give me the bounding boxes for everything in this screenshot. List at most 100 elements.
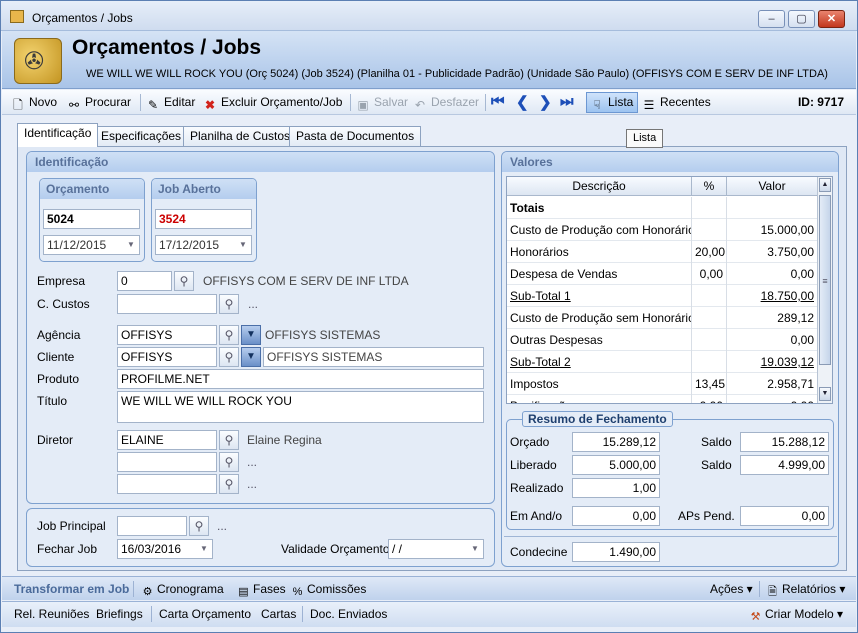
em-ando-field[interactable]: 0,00: [572, 506, 660, 526]
rel-reunioes-link[interactable]: Rel. Reuniões: [14, 606, 89, 622]
table-row[interactable]: Honorários 20,00 3.750,00: [507, 241, 818, 263]
undo-icon: ↶: [414, 98, 426, 112]
close-button[interactable]: ✕: [818, 10, 845, 28]
chevron-down-icon[interactable]: ▼: [236, 237, 250, 253]
chevron-down-icon[interactable]: ▼: [468, 541, 482, 557]
table-row[interactable]: Sub-Total 1 18.750,00: [507, 285, 818, 307]
first-record-icon[interactable]: ⏮: [491, 93, 505, 110]
comissoes-button[interactable]: % Comissões: [291, 581, 367, 599]
liberado-field[interactable]: 5.000,00: [572, 455, 660, 475]
criar-modelo-menu[interactable]: ⚒ Criar Modelo ▾: [749, 606, 843, 624]
diretor-2-field[interactable]: [117, 452, 217, 472]
ccustos-field[interactable]: [117, 294, 217, 314]
acoes-menu[interactable]: Ações ▾: [710, 581, 753, 597]
scroll-down-icon[interactable]: ▼: [819, 387, 831, 401]
table-row[interactable]: Outras Despesas 0,00: [507, 329, 818, 351]
grid-scrollbar[interactable]: ▲ ≡ ▼: [817, 177, 832, 403]
minimize-button[interactable]: –: [758, 10, 785, 28]
carta-orcamento-link[interactable]: Carta Orçamento: [159, 606, 251, 622]
diretor-3-field[interactable]: [117, 474, 217, 494]
editar-button[interactable]: ✎ Editar: [146, 94, 195, 112]
orcado-field[interactable]: 15.289,12: [572, 432, 660, 452]
cliente-name-field[interactable]: OFFISYS SISTEMAS: [263, 347, 484, 367]
table-row[interactable]: Bonificação0,000,00: [507, 395, 818, 403]
table-row[interactable]: Custo de Produção sem Honorários 289,12: [507, 307, 818, 329]
main-window: Orçamentos / Jobs – ▢ ✕ ✇ Orçamentos / J…: [0, 0, 858, 633]
doc-enviados-link[interactable]: Doc. Enviados: [310, 606, 387, 622]
chevron-down-icon[interactable]: ▼: [241, 347, 261, 367]
excluir-button[interactable]: ✖ Excluir Orçamento/Job: [203, 94, 342, 112]
maximize-button[interactable]: ▢: [788, 10, 815, 28]
valores-grid[interactable]: Descrição % Valor Totais Custo de Produçã…: [506, 176, 833, 404]
table-row[interactable]: Totais: [507, 197, 818, 219]
fases-button[interactable]: ▤ Fases: [237, 581, 285, 599]
diretor-label: Diretor: [37, 433, 74, 447]
briefings-link[interactable]: Briefings: [96, 606, 143, 622]
chevron-down-icon[interactable]: ▼: [241, 325, 261, 345]
job-number-field[interactable]: 3524: [155, 209, 252, 229]
search-icon[interactable]: ⚲: [219, 325, 239, 345]
produto-field[interactable]: PROFILME.NET: [117, 369, 484, 389]
resumo-title: Resumo de Fechamento: [522, 411, 673, 427]
scroll-thumb[interactable]: ≡: [819, 195, 831, 365]
previous-record-icon[interactable]: ❮: [516, 93, 529, 111]
titulo-label: Título: [37, 394, 68, 408]
tab-identificacao[interactable]: Identificação: [17, 123, 99, 147]
saldo-orcado-field[interactable]: 15.288,12: [740, 432, 829, 452]
col-descricao[interactable]: Descrição: [507, 177, 692, 196]
empresa-label: Empresa: [37, 274, 86, 288]
diretor-code-field[interactable]: ELAINE: [117, 430, 217, 450]
job-date-field[interactable]: 17/12/2015 ▼: [155, 235, 252, 255]
aps-pend-field[interactable]: 0,00: [740, 506, 829, 526]
tab-pasta-documentos[interactable]: Pasta de Documentos: [289, 126, 422, 146]
bar-separator: [302, 606, 303, 622]
desfazer-button[interactable]: ↶ Desfazer: [413, 94, 479, 112]
cell-pct: [692, 329, 727, 351]
cliente-label: Cliente: [37, 350, 75, 364]
last-record-icon[interactable]: ⏭: [560, 93, 574, 110]
search-icon[interactable]: ⚲: [219, 452, 239, 472]
validade-date-field[interactable]: / / ▼: [388, 539, 484, 559]
table-row[interactable]: Sub-Total 2 19.039,12: [507, 351, 818, 373]
search-icon[interactable]: ⚲: [219, 347, 239, 367]
fechar-job-date-field[interactable]: 16/03/2016 ▼: [117, 539, 213, 559]
orcamento-date-field[interactable]: 11/12/2015 ▼: [43, 235, 140, 255]
empresa-code-field[interactable]: 0: [117, 271, 172, 291]
search-icon[interactable]: ⚲: [174, 271, 194, 291]
procurar-button[interactable]: ⚯ Procurar: [67, 94, 131, 112]
job-principal-field[interactable]: [117, 516, 187, 536]
realizado-field[interactable]: 1,00: [572, 478, 660, 498]
col-percent[interactable]: %: [692, 177, 727, 196]
tab-planilha-custos[interactable]: Planilha de Custos: [183, 126, 298, 146]
table-row[interactable]: Custo de Produção com Honorários 15.000,0…: [507, 219, 818, 241]
table-row[interactable]: Impostos 13,45 2.958,71: [507, 373, 818, 395]
condecine-field[interactable]: 1.490,00: [572, 542, 660, 562]
chevron-down-icon[interactable]: ▼: [197, 541, 211, 557]
search-icon[interactable]: ⚲: [219, 474, 239, 494]
search-icon[interactable]: ⚲: [219, 430, 239, 450]
percent-icon: %: [292, 586, 303, 598]
orcamento-number-field[interactable]: 5024: [43, 209, 140, 229]
cliente-code-field[interactable]: OFFISYS: [117, 347, 217, 367]
transformar-em-job-button[interactable]: Transformar em Job: [14, 581, 129, 597]
novo-button[interactable]: 🗋 Novo: [11, 94, 57, 112]
table-row[interactable]: Despesa de Vendas 0,00 0,00: [507, 263, 818, 285]
tab-especificacoes[interactable]: Especificações: [94, 126, 189, 146]
search-icon[interactable]: ⚲: [189, 516, 209, 536]
cartas-link[interactable]: Cartas: [261, 606, 296, 622]
salvar-button[interactable]: ▣ Salvar: [356, 94, 408, 112]
recentes-button[interactable]: ☰ Recentes: [642, 94, 711, 112]
scroll-up-icon[interactable]: ▲: [819, 178, 831, 192]
lista-button[interactable]: ☟ Lista: [590, 94, 633, 112]
search-icon[interactable]: ⚲: [219, 294, 239, 314]
next-record-icon[interactable]: ❯: [539, 93, 552, 111]
realizado-label: Realizado: [510, 481, 564, 495]
orcado-label: Orçado: [510, 435, 550, 449]
cronograma-button[interactable]: ⚙ Cronograma: [141, 581, 224, 599]
titulo-field[interactable]: WE WILL WE WILL ROCK YOU: [117, 391, 484, 423]
saldo-liberado-field[interactable]: 4.999,00: [740, 455, 829, 475]
chevron-down-icon[interactable]: ▼: [124, 237, 138, 253]
agencia-code-field[interactable]: OFFISYS: [117, 325, 217, 345]
relatorios-menu[interactable]: 🗎 Relatórios ▾: [766, 581, 845, 599]
col-valor[interactable]: Valor: [727, 177, 818, 196]
